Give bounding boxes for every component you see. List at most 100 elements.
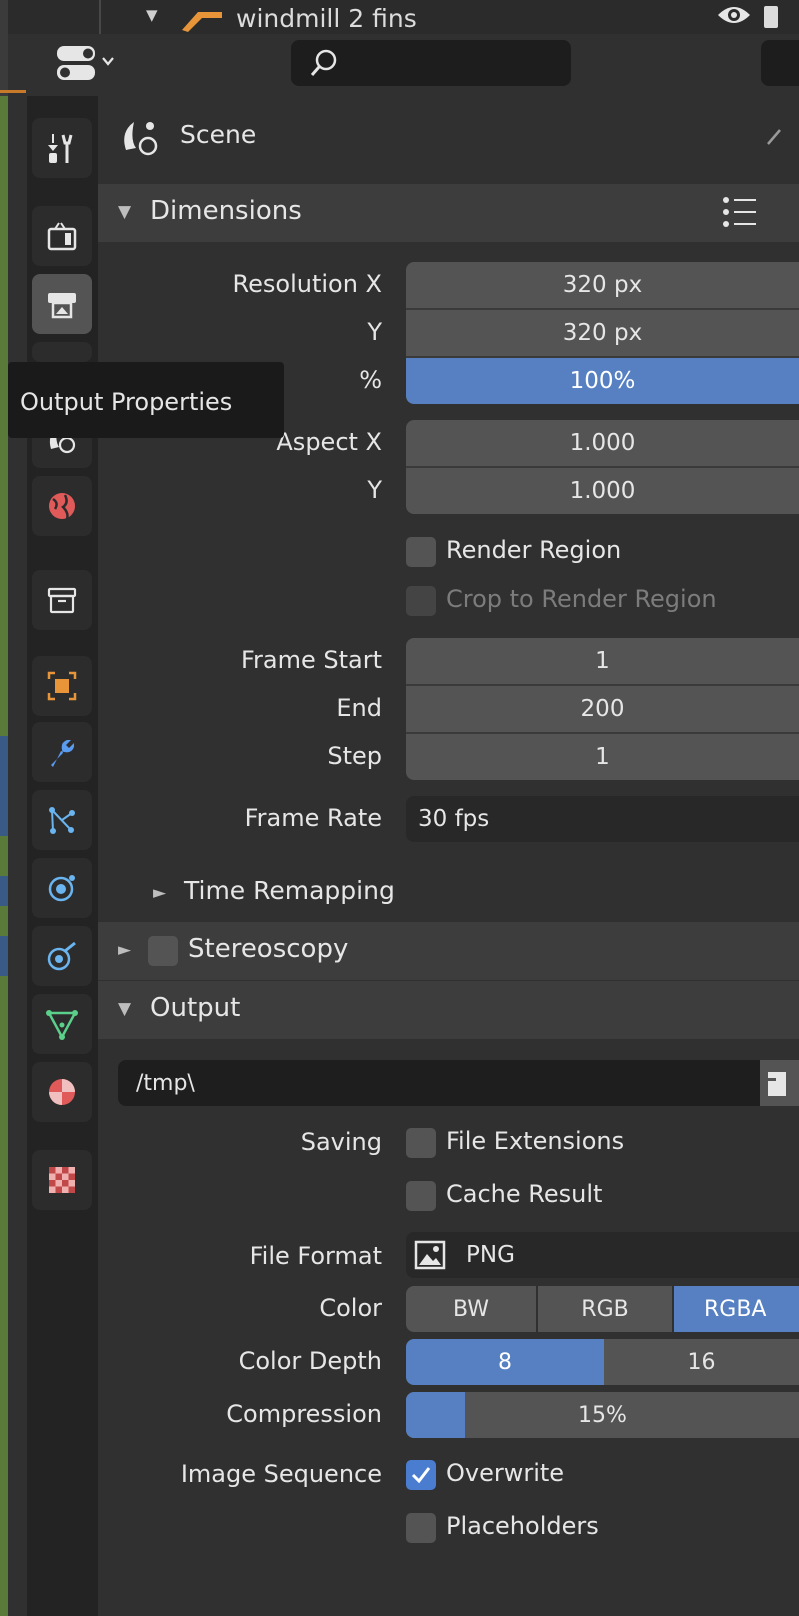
viewport-edge-blue-3 xyxy=(0,936,8,976)
frame-end-label: End xyxy=(336,694,382,722)
overwrite-label[interactable]: Overwrite xyxy=(446,1459,564,1487)
image-sequence-label: Image Sequence xyxy=(180,1460,382,1488)
frame-end-field[interactable]: 200 xyxy=(406,686,799,732)
collection-icon xyxy=(47,587,77,614)
viewport-edge-highlight xyxy=(0,90,26,93)
outliner-object-name[interactable]: windmill 2 fins xyxy=(236,4,417,33)
resolution-x-field[interactable]: 320 px xyxy=(406,262,799,308)
frame-start-field[interactable]: 1 xyxy=(406,638,799,684)
tab-texture[interactable] xyxy=(32,1150,92,1210)
camera-visibility-icon[interactable] xyxy=(764,6,778,28)
header-options-button[interactable] xyxy=(761,40,799,86)
frame-step-field[interactable]: 1 xyxy=(406,734,799,780)
section-output[interactable]: ▼ Output xyxy=(98,981,799,1039)
search-input[interactable] xyxy=(351,48,555,80)
resolution-x-label: Resolution X xyxy=(232,270,382,298)
viewport-edge-green xyxy=(0,96,8,736)
aspect-x-field[interactable]: 1.000 xyxy=(406,420,799,466)
overwrite-checkbox[interactable] xyxy=(406,1460,436,1490)
compression-fill xyxy=(406,1392,465,1438)
file-extensions-label[interactable]: File Extensions xyxy=(446,1127,624,1155)
section-title: Output xyxy=(150,993,241,1023)
image-file-icon xyxy=(414,1240,446,1270)
search-icon xyxy=(310,49,337,76)
section-dimensions[interactable]: ▼ Dimensions xyxy=(98,184,799,242)
checkmark-icon xyxy=(411,1467,431,1484)
color-label: Color xyxy=(319,1294,382,1322)
color-depth-label: Color Depth xyxy=(238,1347,382,1375)
color-depth-8-button[interactable]: 8 xyxy=(406,1339,604,1385)
folder-browse-button[interactable] xyxy=(760,1060,799,1106)
section-title: Stereoscopy xyxy=(188,934,349,964)
scene-icon xyxy=(124,122,158,156)
color-depth-16-button[interactable]: 16 xyxy=(604,1339,799,1385)
render-region-label[interactable]: Render Region xyxy=(446,536,621,564)
expand-arrow-icon[interactable]: ▼ xyxy=(146,6,158,24)
cache-result-checkbox[interactable] xyxy=(406,1181,436,1211)
cache-result-label[interactable]: Cache Result xyxy=(446,1180,602,1208)
file-format-value: PNG xyxy=(466,1242,515,1268)
constraints-icon xyxy=(47,941,76,971)
tool-icon xyxy=(48,134,73,163)
compression-label: Compression xyxy=(226,1400,382,1428)
crop-region-label[interactable]: Crop to Render Region xyxy=(446,585,717,613)
stereoscopy-checkbox[interactable] xyxy=(148,936,178,966)
tooltip-text: Output Properties xyxy=(20,388,233,416)
collapse-arrow-icon: ▼ xyxy=(118,999,132,1019)
frame-rate-dropdown[interactable]: 30 fps xyxy=(406,796,799,842)
armature-icon xyxy=(182,12,222,32)
aspect-y-label: Y xyxy=(367,476,382,504)
tab-render[interactable] xyxy=(32,206,92,266)
texture-icon xyxy=(49,1167,75,1193)
tab-physics[interactable] xyxy=(32,858,92,918)
outliner-separator xyxy=(99,0,101,34)
crop-region-checkbox[interactable] xyxy=(406,586,436,616)
presets-list-icon[interactable] xyxy=(720,196,760,228)
folder-icon xyxy=(768,1072,786,1096)
material-icon xyxy=(49,1079,75,1105)
file-format-dropdown[interactable]: PNG xyxy=(406,1232,799,1278)
scene-context-label: Scene xyxy=(180,120,257,149)
pin-icon[interactable] xyxy=(762,128,782,156)
expand-arrow-icon: ► xyxy=(118,940,132,960)
search-field[interactable] xyxy=(291,40,571,86)
viewport-edge-green-3 xyxy=(0,906,8,936)
frame-rate-label: Frame Rate xyxy=(244,804,382,832)
aspect-y-field[interactable]: 1.000 xyxy=(406,468,799,514)
tab-data[interactable] xyxy=(32,994,92,1054)
section-title: Time Remapping xyxy=(184,876,395,905)
color-bw-button[interactable]: BW xyxy=(406,1286,536,1332)
file-extensions-checkbox[interactable] xyxy=(406,1128,436,1158)
section-time-remapping[interactable]: ► Time Remapping xyxy=(98,868,799,920)
compression-value: 15% xyxy=(578,1402,627,1428)
render-region-checkbox[interactable] xyxy=(406,537,436,567)
section-stereoscopy[interactable]: ► Stereoscopy xyxy=(98,922,799,980)
tab-constraints[interactable] xyxy=(32,926,92,986)
saving-label: Saving xyxy=(300,1128,382,1156)
resolution-percent-slider[interactable]: 100% xyxy=(406,358,799,404)
placeholders-checkbox[interactable] xyxy=(406,1513,436,1543)
viewport-edge-green-4 xyxy=(0,976,8,1616)
expand-arrow-icon: ► xyxy=(153,883,167,903)
resolution-y-field[interactable]: 320 px xyxy=(406,310,799,356)
eye-icon[interactable] xyxy=(716,1,752,31)
frame-start-label: Frame Start xyxy=(240,646,382,674)
placeholders-label[interactable]: Placeholders xyxy=(446,1512,599,1540)
viewport-edge-blue xyxy=(0,736,8,836)
mesh-data-icon xyxy=(46,1010,78,1040)
color-rgb-button[interactable]: RGB xyxy=(538,1286,672,1332)
color-rgba-button[interactable]: RGBA xyxy=(674,1286,799,1332)
tab-tool[interactable] xyxy=(32,118,92,178)
output-path-field[interactable]: /tmp\ xyxy=(118,1060,768,1106)
frame-step-label: Step xyxy=(327,742,382,770)
viewport-edge-green-2 xyxy=(0,836,8,876)
tab-collection[interactable] xyxy=(32,570,92,630)
tab-material[interactable] xyxy=(32,1062,92,1122)
render-icon xyxy=(47,222,77,251)
resolution-y-label: Y xyxy=(367,318,382,346)
editor-type-button[interactable] xyxy=(55,44,117,82)
section-title: Dimensions xyxy=(150,196,302,226)
collapse-arrow-icon: ▼ xyxy=(118,202,132,222)
physics-icon xyxy=(48,875,75,902)
compression-slider[interactable]: 15% xyxy=(406,1392,799,1438)
